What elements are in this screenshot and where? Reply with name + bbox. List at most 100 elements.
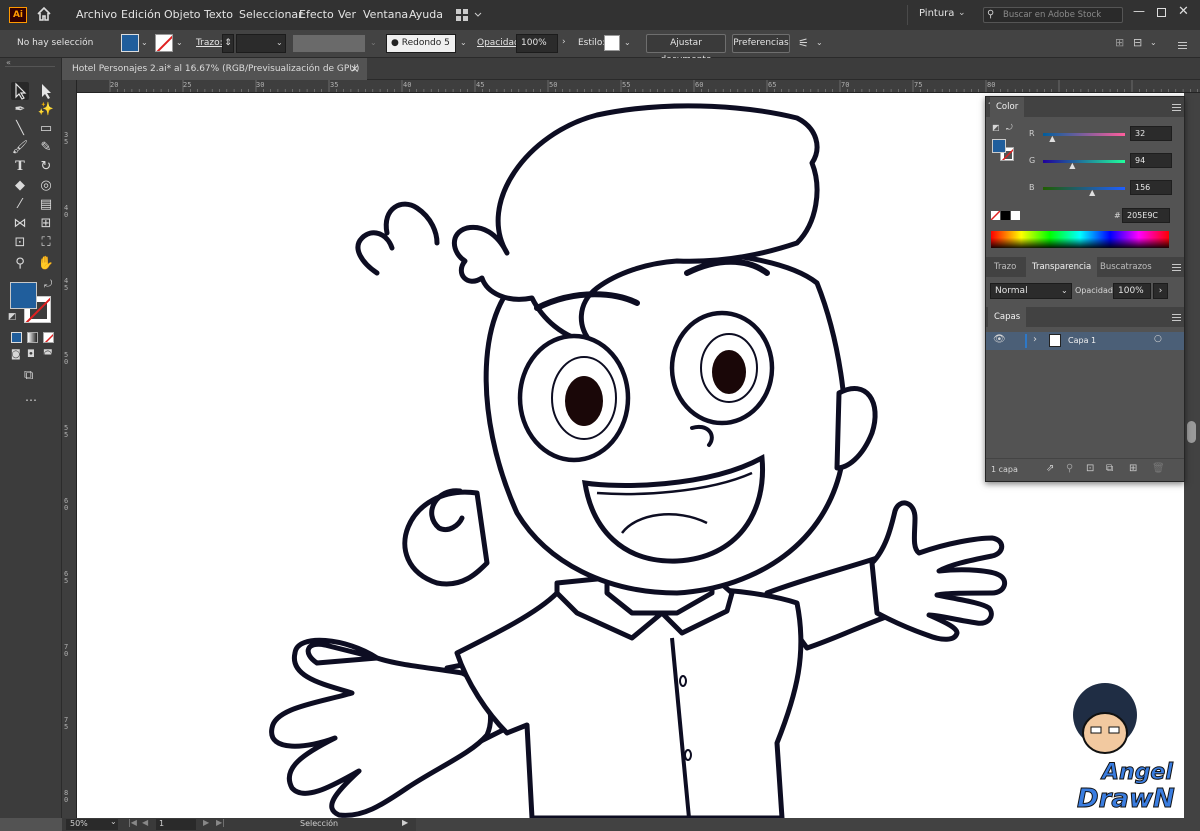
chevron-right-icon[interactable]: › bbox=[1033, 334, 1037, 345]
blend-tool-icon[interactable]: ⋈ bbox=[11, 215, 29, 233]
tab-color[interactable]: Color bbox=[990, 97, 1025, 117]
g-slider-thumb[interactable]: ▲ bbox=[1069, 161, 1075, 170]
eyedropper-tool-icon[interactable]: ⁄ bbox=[11, 196, 29, 214]
none-mode-button[interactable] bbox=[43, 332, 54, 343]
fill-stroke-swatches[interactable]: ◩ ⤾ bbox=[990, 123, 1018, 163]
panel-menu-icon[interactable] bbox=[1172, 104, 1181, 111]
screen-mode-icon[interactable]: ⧉ bbox=[24, 368, 33, 383]
align-icon[interactable]: ⊞ bbox=[1115, 36, 1124, 49]
chevron-down-icon[interactable]: ⌄ bbox=[176, 38, 183, 47]
chevron-down-icon[interactable]: ⌄ bbox=[624, 38, 631, 47]
panel-menu-icon[interactable] bbox=[1172, 314, 1181, 321]
b-value-input[interactable]: 156 bbox=[1130, 180, 1172, 195]
transform-icon[interactable]: ⊟ bbox=[1133, 36, 1142, 49]
blend-mode-select[interactable]: Normal ⌄ bbox=[990, 283, 1072, 299]
gradient-tool-icon[interactable]: ▤ bbox=[37, 196, 55, 214]
new-layer-icon[interactable]: ⊞ bbox=[1129, 463, 1137, 474]
line-tool-icon[interactable]: ╲ bbox=[11, 120, 29, 138]
selection-tool-icon[interactable] bbox=[11, 82, 29, 100]
locate-object-icon[interactable]: ⚲ bbox=[1066, 463, 1073, 474]
first-artboard-icon[interactable]: |◀ bbox=[128, 818, 137, 827]
chevron-right-icon[interactable]: › bbox=[562, 37, 566, 47]
scroll-thumb[interactable] bbox=[1187, 421, 1196, 443]
hand-tool-icon[interactable]: ✋ bbox=[37, 255, 55, 273]
menu-ventana[interactable]: Ventana bbox=[363, 8, 408, 21]
b-slider-thumb[interactable]: ▲ bbox=[1089, 188, 1095, 197]
black-swatch[interactable] bbox=[1001, 211, 1010, 220]
chevron-down-icon[interactable]: ⌄ bbox=[460, 38, 467, 47]
tab-capas[interactable]: Capas bbox=[988, 307, 1027, 327]
none-swatch[interactable] bbox=[991, 211, 1000, 220]
color-spectrum[interactable] bbox=[991, 231, 1169, 248]
menu-texto[interactable]: Texto bbox=[204, 8, 233, 21]
tab-buscatrazos[interactable]: Buscatrazos bbox=[1094, 257, 1158, 277]
menu-objeto[interactable]: Objeto bbox=[164, 8, 201, 21]
menu-efecto[interactable]: Efecto bbox=[299, 8, 334, 21]
magic-wand-icon[interactable]: ✨ bbox=[37, 101, 55, 119]
workspace-switcher[interactable]: Pintura bbox=[919, 8, 954, 19]
trash-icon[interactable]: 🗑 bbox=[1152, 463, 1165, 474]
fill-color-swatch[interactable] bbox=[10, 282, 37, 309]
r-slider-thumb[interactable]: ▲ bbox=[1049, 134, 1055, 143]
recolor-icon[interactable]: ⚟ bbox=[798, 36, 809, 50]
chevron-down-icon[interactable]: ⌄ bbox=[276, 38, 283, 47]
chevron-right-icon[interactable]: › bbox=[1153, 283, 1168, 299]
default-colors-icon[interactable]: ◩ bbox=[992, 123, 1000, 132]
artboard-number-input[interactable]: 1 bbox=[156, 819, 196, 830]
eye-icon[interactable]: 👁 bbox=[993, 334, 1006, 345]
menu-archivo[interactable]: Archivo bbox=[76, 8, 117, 21]
layer-name[interactable]: Capa 1 bbox=[1068, 336, 1096, 345]
stroke-swatch[interactable] bbox=[155, 34, 173, 52]
arrange-documents-icon[interactable] bbox=[455, 8, 485, 22]
rectangle-tool-icon[interactable]: ▭ bbox=[37, 120, 55, 138]
rotate-tool-icon[interactable]: ↻ bbox=[37, 158, 55, 176]
color-mode-button[interactable] bbox=[11, 332, 22, 343]
document-tab[interactable]: Hotel Personajes 2.ai* al 16.67% (RGB/Pr… bbox=[62, 58, 367, 80]
tab-trazo[interactable]: Trazo bbox=[988, 257, 1022, 277]
control-menu-icon[interactable] bbox=[1178, 42, 1187, 49]
panel-fill-swatch[interactable] bbox=[992, 139, 1006, 153]
prev-artboard-icon[interactable]: ◀ bbox=[142, 818, 148, 827]
draw-behind-icon[interactable]: ◘ bbox=[27, 349, 35, 360]
swap-colors-icon[interactable]: ⤾ bbox=[1006, 123, 1013, 133]
stroke-stepper[interactable]: ⇕ bbox=[222, 34, 234, 53]
last-artboard-icon[interactable]: ▶| bbox=[216, 818, 225, 827]
lasso-tool-icon[interactable]: ◎ bbox=[37, 177, 55, 195]
free-transform-icon[interactable]: ⛶ bbox=[37, 234, 55, 252]
target-icon[interactable]: ○ bbox=[1154, 334, 1162, 344]
gradient-mode-button[interactable] bbox=[27, 332, 38, 343]
export-icon[interactable]: ⇗ bbox=[1046, 463, 1054, 474]
r-value-input[interactable]: 32 bbox=[1130, 126, 1172, 141]
menu-seleccionar[interactable]: Seleccionar bbox=[239, 8, 303, 21]
zoom-tool-icon[interactable]: ⚲ bbox=[11, 255, 29, 273]
tab-transparencia[interactable]: Transparencia bbox=[1026, 257, 1098, 277]
next-artboard-icon[interactable]: ▶ bbox=[203, 818, 209, 827]
draw-normal-icon[interactable]: ◙ bbox=[11, 349, 21, 360]
menu-ver[interactable]: Ver bbox=[338, 8, 356, 21]
zoom-select[interactable]: 50% ⌄ bbox=[66, 817, 118, 830]
maximize-button[interactable] bbox=[1157, 8, 1166, 17]
swap-colors-icon[interactable]: ⤾ bbox=[44, 279, 52, 290]
panel-menu-icon[interactable] bbox=[1172, 264, 1181, 271]
close-tab-button[interactable]: × bbox=[350, 58, 359, 80]
white-swatch[interactable] bbox=[1011, 211, 1020, 220]
document-setup-button[interactable]: Ajustar documento bbox=[646, 34, 726, 65]
b-slider[interactable] bbox=[1043, 187, 1125, 190]
direct-selection-tool-icon[interactable] bbox=[37, 82, 55, 100]
new-sublayer-icon[interactable]: ⧉ bbox=[1106, 463, 1113, 474]
minimize-button[interactable]: — bbox=[1133, 4, 1145, 18]
menu-edicion[interactable]: Edición bbox=[121, 8, 161, 21]
paintbrush-tool-icon[interactable]: 🖌 bbox=[11, 139, 29, 157]
fill-swatch[interactable] bbox=[121, 34, 139, 52]
horizontal-scrollbar[interactable] bbox=[416, 818, 1200, 831]
menu-ayuda[interactable]: Ayuda bbox=[409, 8, 443, 21]
draw-inside-icon[interactable]: ◚ bbox=[43, 349, 53, 360]
pen-tool-icon[interactable]: ✒ bbox=[11, 101, 29, 119]
transparency-opacity-input[interactable]: 100% bbox=[1113, 283, 1151, 299]
chevron-down-icon[interactable]: ⌄ bbox=[141, 38, 148, 47]
graphic-style-swatch[interactable] bbox=[604, 35, 620, 51]
g-value-input[interactable]: 94 bbox=[1130, 153, 1172, 168]
preferences-button[interactable]: Preferencias bbox=[732, 34, 790, 53]
vertical-scrollbar[interactable] bbox=[1184, 93, 1200, 818]
g-slider[interactable] bbox=[1043, 160, 1125, 163]
